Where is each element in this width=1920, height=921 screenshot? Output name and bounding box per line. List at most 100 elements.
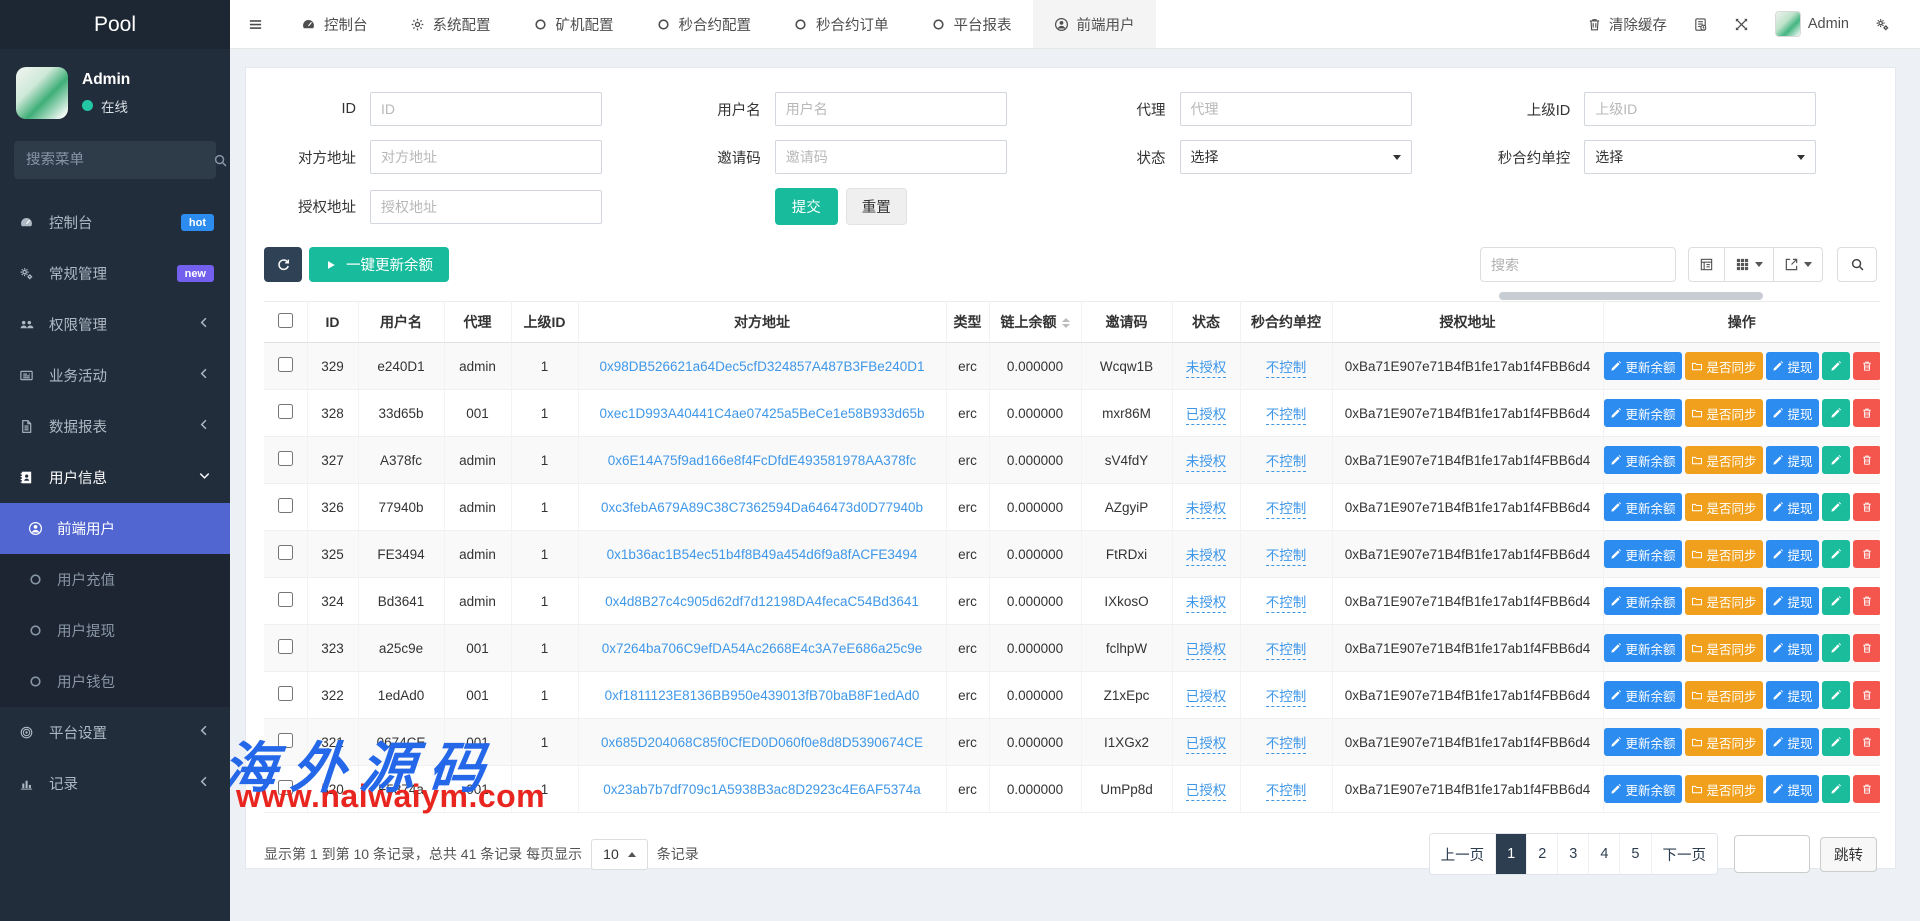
withdraw-button[interactable]: 提现 xyxy=(1766,352,1819,380)
sync-button[interactable]: 是否同步 xyxy=(1685,681,1763,709)
withdraw-button[interactable]: 提现 xyxy=(1766,681,1819,709)
status-link[interactable]: 已授权 xyxy=(1186,642,1227,660)
control-link[interactable]: 不控制 xyxy=(1266,407,1307,425)
topnav-system-config[interactable]: 系统配置 xyxy=(389,0,512,48)
update-balance-button[interactable]: 更新余额 xyxy=(1604,634,1682,662)
sidebar-item-data-report[interactable]: 数据报表 xyxy=(0,401,230,452)
sidebar-toggle-button[interactable] xyxy=(230,0,280,48)
filter-auth-address-input[interactable] xyxy=(370,190,602,224)
row-checkbox[interactable] xyxy=(278,357,293,372)
edit-button[interactable] xyxy=(1822,446,1850,474)
pagination-page-2[interactable]: 2 xyxy=(1526,834,1557,874)
edit-button[interactable] xyxy=(1822,399,1850,427)
status-link[interactable]: 未授权 xyxy=(1186,360,1227,378)
edit-button[interactable] xyxy=(1822,493,1850,521)
status-link[interactable]: 未授权 xyxy=(1186,501,1227,519)
page-jump-input[interactable] xyxy=(1734,835,1810,873)
delete-button[interactable] xyxy=(1853,728,1880,756)
edit-button[interactable] xyxy=(1822,728,1850,756)
control-link[interactable]: 不控制 xyxy=(1266,642,1307,660)
row-checkbox[interactable] xyxy=(278,780,293,795)
delete-button[interactable] xyxy=(1853,775,1880,803)
brand-logo[interactable]: Pool xyxy=(0,0,230,49)
topnav-platform-report[interactable]: 平台报表 xyxy=(910,0,1033,48)
address-link[interactable]: 0x4d8B27c4c905d62df7d12198DA4fecaC54Bd36… xyxy=(605,594,919,609)
address-link[interactable]: 0xf1811123E8136BB950e439013fB70baB8F1edA… xyxy=(605,688,920,703)
pagination-prev[interactable]: 上一页 xyxy=(1430,834,1496,874)
control-link[interactable]: 不控制 xyxy=(1266,736,1307,754)
pagination-page-3[interactable]: 3 xyxy=(1557,834,1588,874)
control-link[interactable]: 不控制 xyxy=(1266,360,1307,378)
topnav-miner-config[interactable]: 矿机配置 xyxy=(512,0,635,48)
withdraw-button[interactable]: 提现 xyxy=(1766,540,1819,568)
edit-button[interactable] xyxy=(1822,634,1850,662)
update-all-balances-button[interactable]: 一键更新余额 xyxy=(309,247,449,282)
topnav-seconds-contract-orders[interactable]: 秒合约订单 xyxy=(772,0,910,48)
delete-button[interactable] xyxy=(1853,681,1880,709)
clear-cache-button[interactable]: 清除缓存 xyxy=(1587,14,1667,35)
row-checkbox[interactable] xyxy=(278,639,293,654)
address-link[interactable]: 0x685D204068C85f0CfED0D060f0e8d8D5390674… xyxy=(601,735,923,750)
filter-status-select[interactable]: 选择 xyxy=(1180,140,1412,174)
withdraw-button[interactable]: 提现 xyxy=(1766,728,1819,756)
status-link[interactable]: 已授权 xyxy=(1186,783,1227,801)
topnav-seconds-contract-config[interactable]: 秒合约配置 xyxy=(635,0,773,48)
filter-agent-input[interactable] xyxy=(1180,92,1412,126)
refresh-button[interactable] xyxy=(264,247,302,282)
status-link[interactable]: 未授权 xyxy=(1186,548,1227,566)
sidebar-item-records[interactable]: 记录 xyxy=(0,758,230,809)
edit-button[interactable] xyxy=(1822,587,1850,615)
pagination-page-5[interactable]: 5 xyxy=(1619,834,1650,874)
sync-button[interactable]: 是否同步 xyxy=(1685,493,1763,521)
status-link[interactable]: 未授权 xyxy=(1186,454,1227,472)
sidebar-item-user-recharge[interactable]: 用户充值 xyxy=(0,554,230,605)
delete-button[interactable] xyxy=(1853,540,1880,568)
sync-button[interactable]: 是否同步 xyxy=(1685,540,1763,568)
delete-button[interactable] xyxy=(1853,399,1880,427)
sync-button[interactable]: 是否同步 xyxy=(1685,352,1763,380)
address-link[interactable]: 0x1b36ac1B54ec51b4f8B49a454d6f9a8fACFE34… xyxy=(607,547,918,562)
withdraw-button[interactable]: 提现 xyxy=(1766,775,1819,803)
column-header-chain-balance[interactable]: 链上余额 xyxy=(989,302,1081,343)
pagination-page-4[interactable]: 4 xyxy=(1588,834,1619,874)
row-checkbox[interactable] xyxy=(278,733,293,748)
update-balance-button[interactable]: 更新余额 xyxy=(1604,775,1682,803)
page-size-select[interactable]: 10 xyxy=(591,839,648,870)
update-balance-button[interactable]: 更新余额 xyxy=(1604,728,1682,756)
sync-button[interactable]: 是否同步 xyxy=(1685,775,1763,803)
delete-button[interactable] xyxy=(1853,352,1880,380)
sync-button[interactable]: 是否同步 xyxy=(1685,446,1763,474)
address-link[interactable]: 0x23ab7b7df709c1A5938B3ac8D2923c4E6AF537… xyxy=(603,782,921,797)
edit-button[interactable] xyxy=(1822,352,1850,380)
control-link[interactable]: 不控制 xyxy=(1266,454,1307,472)
delete-button[interactable] xyxy=(1853,634,1880,662)
delete-button[interactable] xyxy=(1853,446,1880,474)
filter-submit-button[interactable]: 提交 xyxy=(775,188,838,225)
filter-id-input[interactable] xyxy=(370,92,602,126)
address-link[interactable]: 0xec1D993A40441C4ae07425a5BeCe1e58B933d6… xyxy=(599,406,924,421)
status-link[interactable]: 已授权 xyxy=(1186,407,1227,425)
pagination-page-1[interactable]: 1 xyxy=(1495,834,1526,874)
withdraw-button[interactable]: 提现 xyxy=(1766,399,1819,427)
filter-parent-id-input[interactable] xyxy=(1584,92,1816,126)
sidebar-item-user-info[interactable]: 用户信息 xyxy=(0,452,230,503)
sidebar-item-general-management[interactable]: 常规管理new xyxy=(0,248,230,299)
table-search-input[interactable] xyxy=(1480,247,1676,282)
edit-button[interactable] xyxy=(1822,775,1850,803)
address-link[interactable]: 0x6E14A75f9ad166e8f4FcDfdE493581978AA378… xyxy=(608,453,917,468)
address-link[interactable]: 0x98DB526621a64Dec5cfD324857A487B3FBe240… xyxy=(600,359,925,374)
scrollbar-thumb[interactable] xyxy=(1499,292,1763,300)
update-balance-button[interactable]: 更新余额 xyxy=(1604,446,1682,474)
log-button[interactable] xyxy=(1693,17,1708,32)
sidebar-item-platform-settings[interactable]: 平台设置 xyxy=(0,707,230,758)
filter-address-input[interactable] xyxy=(370,140,602,174)
row-checkbox[interactable] xyxy=(278,451,293,466)
sidebar-search-input[interactable] xyxy=(26,152,213,168)
fullscreen-button[interactable] xyxy=(1734,17,1749,32)
settings-button[interactable] xyxy=(1875,17,1890,32)
address-link[interactable]: 0xc3febA679A89C38C7362594Da646473d0D7794… xyxy=(601,500,923,515)
export-button[interactable] xyxy=(1774,247,1823,282)
topnav-dashboard[interactable]: 控制台 xyxy=(280,0,389,48)
search-button[interactable] xyxy=(1837,247,1877,282)
status-link[interactable]: 已授权 xyxy=(1186,736,1227,754)
